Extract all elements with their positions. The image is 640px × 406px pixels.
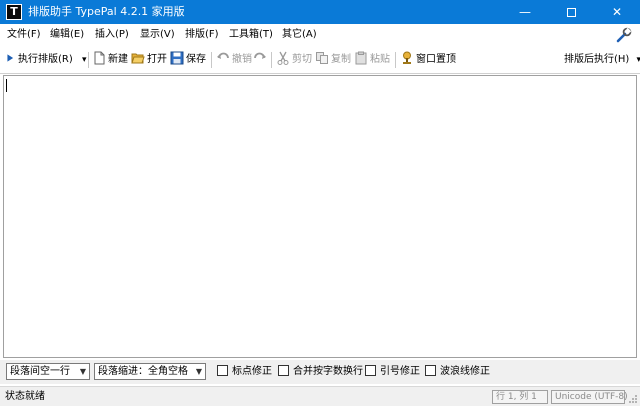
- run-typeset-label: 执行排版(R): [18, 54, 73, 65]
- close-button[interactable]: ✕: [594, 0, 640, 24]
- after-run-dropdown-icon[interactable]: ▾: [637, 55, 640, 65]
- open-button[interactable]: 打开: [131, 50, 167, 70]
- play-icon: [7, 54, 14, 62]
- chevron-down-icon: ▼: [79, 367, 86, 376]
- toolbar-separator: [88, 52, 89, 68]
- paste-clipboard-icon: [355, 51, 367, 65]
- maximize-button[interactable]: [548, 0, 594, 24]
- checkbox-punctuation-fix[interactable]: 标点修正: [217, 364, 272, 379]
- paragraph-spacing-select[interactable]: 段落间空一行 ▼: [6, 363, 90, 380]
- redo-button[interactable]: [253, 50, 269, 70]
- open-label: 打开: [147, 54, 167, 65]
- copy-label: 复制: [331, 54, 351, 65]
- paragraph-indent-select[interactable]: 段落缩进：全角空格 ▼: [94, 363, 206, 380]
- after-run-label: 排版后执行(H): [564, 54, 630, 65]
- checkbox-tilde-fix[interactable]: 波浪线修正: [425, 364, 490, 379]
- pin-window-label: 窗口置顶: [416, 54, 456, 65]
- resize-grip-icon[interactable]: [628, 394, 638, 404]
- undo-button[interactable]: 撤销: [216, 50, 252, 70]
- new-label: 新建: [108, 54, 128, 65]
- app-icon: T: [6, 4, 22, 20]
- toolbar: 执行排版(R) ▾ 新建 打开 保存 撤销 剪切 复制 粘贴 窗口置顶 排版后执…: [0, 46, 640, 74]
- cursor-position: 行 1, 列 1: [492, 390, 548, 404]
- copy-button[interactable]: 复制: [315, 50, 351, 70]
- toolbar-separator: [211, 52, 212, 68]
- menu-toolbox[interactable]: 工具箱(T): [229, 24, 273, 46]
- run-typeset-button[interactable]: 执行排版(R) ▾: [6, 50, 86, 70]
- paste-label: 粘贴: [370, 54, 390, 65]
- checkbox-label: 波浪线修正: [440, 366, 490, 377]
- after-run-button[interactable]: 排版后执行(H) ▾: [564, 50, 640, 70]
- menu-insert[interactable]: 插入(P): [95, 24, 129, 46]
- menu-file[interactable]: 文件(F): [7, 24, 41, 46]
- text-caret: [6, 79, 7, 92]
- status-text: 状态就绪: [5, 391, 45, 402]
- maximize-icon: [566, 8, 576, 17]
- menu-bar: 文件(F) 编辑(E) 插入(P) 显示(V) 排版(F) 工具箱(T) 其它(…: [0, 24, 640, 46]
- copy-icon: [316, 52, 328, 64]
- scissors-icon: [277, 51, 289, 65]
- paste-button[interactable]: 粘贴: [354, 50, 390, 70]
- cut-label: 剪切: [292, 54, 312, 65]
- title-bar[interactable]: T 排版助手 TypePal 4.2.1 家用版 — ✕: [0, 0, 640, 24]
- status-bar: 状态就绪 行 1, 列 1 Unicode (UTF-8): [0, 386, 640, 406]
- new-button[interactable]: 新建: [92, 50, 128, 70]
- paragraph-indent-value: 段落缩进：全角空格: [98, 366, 188, 377]
- encoding-indicator: Unicode (UTF-8): [551, 390, 628, 404]
- folder-open-icon: [131, 53, 145, 64]
- toolbar-separator: [271, 52, 272, 68]
- save-disk-icon: [170, 51, 184, 65]
- pin-window-button[interactable]: 窗口置顶: [400, 50, 456, 70]
- checkbox-label: 合并按字数换行: [293, 366, 363, 377]
- checkbox-merge-lines[interactable]: 合并按字数换行: [278, 364, 363, 379]
- checkbox-box[interactable]: [217, 364, 228, 376]
- checkbox-box[interactable]: [365, 364, 376, 376]
- chevron-down-icon: ▼: [195, 367, 202, 376]
- toolbar-separator: [395, 52, 396, 68]
- checkbox-label: 引号修正: [380, 366, 420, 377]
- minimize-button[interactable]: —: [502, 0, 548, 24]
- save-label: 保存: [186, 54, 206, 65]
- checkbox-box[interactable]: [278, 364, 289, 376]
- checkbox-quote-fix[interactable]: 引号修正: [365, 364, 420, 379]
- undo-label: 撤销: [232, 54, 252, 65]
- new-file-icon: [94, 51, 105, 65]
- editor-textarea[interactable]: [3, 75, 637, 358]
- window-title: 排版助手 TypePal 4.2.1 家用版: [28, 5, 185, 18]
- undo-icon: [217, 52, 229, 59]
- paragraph-spacing-value: 段落间空一行: [10, 366, 70, 377]
- checkbox-label: 标点修正: [232, 366, 272, 377]
- save-button[interactable]: 保存: [170, 50, 206, 70]
- menu-typeset[interactable]: 排版(F): [185, 24, 219, 46]
- pin-icon: [403, 51, 411, 64]
- redo-icon: [254, 52, 266, 59]
- minimize-icon: —: [519, 5, 531, 19]
- checkbox-box[interactable]: [425, 364, 436, 376]
- menu-other[interactable]: 其它(A): [282, 24, 317, 46]
- run-dropdown-icon[interactable]: ▾: [82, 55, 87, 65]
- menu-view[interactable]: 显示(V): [140, 24, 175, 46]
- menu-edit[interactable]: 编辑(E): [50, 24, 84, 46]
- options-bar: 段落间空一行 ▼ 段落缩进：全角空格 ▼ 标点修正 合并按字数换行 引号修正 波…: [0, 360, 640, 384]
- wrench-icon[interactable]: [616, 27, 632, 43]
- cut-button[interactable]: 剪切: [276, 50, 312, 70]
- close-icon: ✕: [611, 5, 623, 19]
